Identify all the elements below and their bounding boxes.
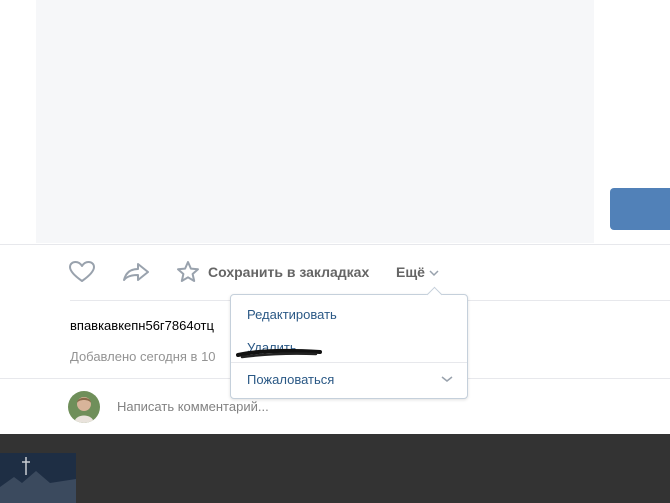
share-button[interactable] bbox=[122, 255, 150, 289]
chevron-down-icon[interactable] bbox=[441, 375, 453, 383]
dropdown-arrow bbox=[426, 286, 443, 303]
bookmark-label: Сохранить в закладках bbox=[208, 264, 370, 280]
comment-input[interactable]: Написать комментарий... bbox=[117, 399, 269, 414]
menu-separator bbox=[231, 362, 467, 363]
divider bbox=[0, 244, 670, 245]
heart-icon bbox=[69, 261, 95, 282]
menu-item-edit[interactable]: Редактировать bbox=[247, 307, 337, 322]
avatar[interactable] bbox=[68, 391, 100, 423]
side-action-button[interactable] bbox=[610, 188, 670, 230]
page-footer bbox=[0, 434, 670, 503]
like-button[interactable] bbox=[68, 255, 96, 289]
bookmark-button[interactable]: Сохранить в закладках bbox=[176, 255, 369, 289]
post-actions-bar: Сохранить в закладках Ещё bbox=[68, 255, 488, 289]
more-button[interactable]: Ещё bbox=[396, 255, 439, 289]
post-date[interactable]: Добавлено сегодня в 10 bbox=[70, 349, 230, 364]
share-arrow-icon bbox=[123, 263, 149, 281]
post-text: впавкавкепн56г7864отц bbox=[70, 318, 214, 333]
star-icon bbox=[177, 261, 199, 282]
underline-scribble bbox=[236, 349, 322, 359]
thumbnail-image[interactable] bbox=[0, 453, 76, 503]
more-label: Ещё bbox=[396, 264, 425, 280]
chevron-down-icon bbox=[429, 270, 439, 277]
menu-item-report[interactable]: Пожаловаться bbox=[247, 372, 334, 387]
post-photo[interactable] bbox=[36, 0, 594, 243]
